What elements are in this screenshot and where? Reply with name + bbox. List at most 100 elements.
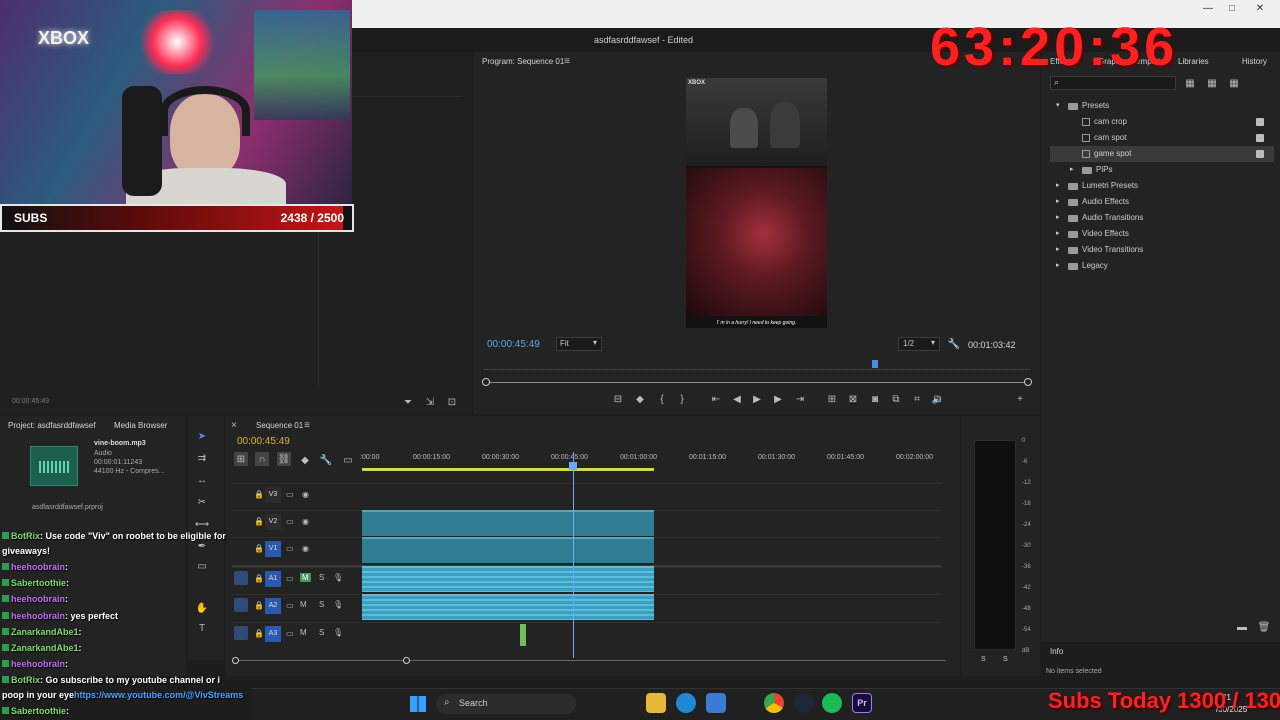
meter-solo-right[interactable]: S xyxy=(1003,656,1008,663)
export-frame-icon[interactable]: ⇲ xyxy=(424,396,436,408)
mark-in-icon[interactable]: { xyxy=(656,393,668,405)
hscroll-handle-right[interactable] xyxy=(403,657,410,664)
add-button-icon[interactable]: + xyxy=(1014,393,1026,405)
chat-username[interactable]: BotRix xyxy=(11,531,40,541)
program-playhead-marker[interactable] xyxy=(872,360,878,368)
effects-tree-row[interactable]: game spot xyxy=(1050,146,1274,162)
camera-icon[interactable]: ◙ xyxy=(869,393,881,405)
trash-icon[interactable]: 🗑 xyxy=(1258,621,1271,633)
spotify-icon[interactable] xyxy=(822,693,842,713)
clip-thumbnail[interactable] xyxy=(30,446,78,486)
new-bin-icon[interactable]: ▬ xyxy=(1236,621,1248,633)
maximize-icon[interactable]: □ xyxy=(1224,2,1240,14)
lock-icon[interactable]: 🔒 xyxy=(254,601,264,610)
scrub-start-handle[interactable] xyxy=(482,378,490,386)
timeline-hscroll[interactable] xyxy=(236,660,946,661)
program-menu-icon[interactable]: ≡ xyxy=(562,56,572,67)
effects-tree-row[interactable]: ▸ Video Transitions xyxy=(1050,242,1274,258)
effects-search-input[interactable]: ⌕ xyxy=(1050,76,1176,90)
chat-link[interactable]: https://www.youtube.com/@VivStreams xyxy=(74,690,243,700)
chat-username[interactable]: ZanarkandAbe1 xyxy=(11,643,79,653)
effects-tree-row[interactable]: ▸ Audio Effects xyxy=(1050,194,1274,210)
chrome-icon[interactable] xyxy=(764,693,784,713)
track-target-v3[interactable]: V3 xyxy=(265,487,281,503)
effects-tree-row[interactable]: ▸ Video Effects xyxy=(1050,226,1274,242)
captions-icon[interactable]: ▭ xyxy=(342,454,354,466)
type-tool-icon[interactable]: T xyxy=(194,620,210,636)
filter-icon[interactable]: ⏷ xyxy=(402,396,414,408)
sync-lock-icon[interactable]: ▭ xyxy=(286,544,294,553)
meter-solo-left[interactable]: S xyxy=(981,656,986,663)
sequence-tab[interactable]: Sequence 01 xyxy=(256,418,303,434)
rectangle-tool-icon[interactable]: ▭ xyxy=(194,558,210,574)
go-to-out-icon[interactable]: ⇥ xyxy=(794,393,806,405)
audio-clip-a3[interactable] xyxy=(520,624,526,646)
chat-username[interactable]: heehoobrain xyxy=(11,562,65,572)
compare-icon[interactable]: ⧉ xyxy=(890,393,902,405)
track-select-icon[interactable]: ⇉ xyxy=(194,450,210,466)
program-scrub-bar[interactable] xyxy=(486,382,1028,383)
effects-tree-row[interactable]: ▸ Legacy xyxy=(1050,258,1274,274)
solo-icon[interactable]: S xyxy=(319,573,324,582)
wrench-icon[interactable]: 🔧 xyxy=(948,338,960,350)
32bit-effects-icon[interactable]: ▦ xyxy=(1206,78,1218,89)
program-monitor-tab[interactable]: Program: Sequence 01 xyxy=(482,54,564,70)
media-browser-tab[interactable]: Media Browser xyxy=(114,418,167,434)
minimize-icon[interactable]: — xyxy=(1200,2,1216,14)
mute-icon[interactable]: M xyxy=(300,628,307,637)
effects-tree-row[interactable]: ▾ Presets xyxy=(1050,98,1274,114)
program-timecode[interactable]: 00:00:45:49 xyxy=(487,339,540,350)
audio-clip-a2[interactable] xyxy=(362,594,654,620)
sequence-menu-icon[interactable]: ≡ xyxy=(302,420,312,431)
close-sequence-icon[interactable]: × xyxy=(230,420,238,431)
video-clip-v1[interactable] xyxy=(362,537,654,563)
lock-icon[interactable]: 🔒 xyxy=(254,629,264,638)
eye-icon[interactable]: ◉ xyxy=(302,544,309,553)
eye-icon[interactable]: ◉ xyxy=(302,490,309,499)
taskbar-search[interactable]: ⌕ Search xyxy=(436,694,576,714)
lock-icon[interactable]: 🔒 xyxy=(254,517,264,526)
project-tab[interactable]: Project: asdfasrddfawsef xyxy=(8,418,96,434)
lock-icon[interactable]: 🔒 xyxy=(254,490,264,499)
playhead-handle[interactable] xyxy=(569,462,577,470)
sync-lock-icon[interactable]: ▭ xyxy=(286,629,294,638)
snap-icon[interactable]: ∩ xyxy=(255,452,269,466)
steam-icon[interactable] xyxy=(794,693,814,713)
settings-icon[interactable]: ⊡ xyxy=(446,396,458,408)
razor-tool-icon[interactable]: ✂ xyxy=(194,494,210,510)
timeline-settings-icon[interactable]: 🔧 xyxy=(320,454,332,466)
go-to-in-icon[interactable]: ⇤ xyxy=(710,393,722,405)
video-clip-v2[interactable] xyxy=(362,510,654,536)
solo-icon[interactable]: S xyxy=(319,600,324,609)
microphone-icon[interactable]: 🎙 xyxy=(333,628,343,637)
resolution-select[interactable]: 1/2 ▾ xyxy=(898,337,940,351)
fit-select[interactable]: Fit ▾ xyxy=(556,337,602,351)
step-back-icon[interactable]: ◀ xyxy=(731,393,743,405)
ripple-edit-icon[interactable]: ↔ xyxy=(194,472,210,488)
close-icon[interactable]: ✕ xyxy=(1252,2,1268,14)
lift-icon[interactable]: ⊟ xyxy=(612,393,624,405)
volume-icon[interactable]: 🔈 xyxy=(932,393,944,405)
chat-username[interactable]: heehoobrain xyxy=(11,611,65,621)
chat-username[interactable]: Sabertoothie xyxy=(11,706,66,716)
track-target-a1[interactable]: A1 xyxy=(265,571,281,587)
add-marker-icon[interactable]: ◆ xyxy=(634,393,646,405)
sync-lock-icon[interactable]: ▭ xyxy=(286,574,294,583)
lock-icon[interactable]: 🔒 xyxy=(254,544,264,553)
multicam-icon[interactable]: ⌗ xyxy=(911,393,923,405)
effects-tree-row[interactable]: ▸ Audio Transitions xyxy=(1050,210,1274,226)
sync-lock-icon[interactable]: ▭ xyxy=(286,601,294,610)
windows-start-icon[interactable] xyxy=(408,694,428,714)
audio-clip-a1[interactable] xyxy=(362,566,654,592)
insert-icon[interactable]: ⊞ xyxy=(826,393,838,405)
work-area-bar[interactable] xyxy=(362,468,654,471)
libraries-tab[interactable]: Libraries xyxy=(1178,54,1209,70)
chat-username[interactable]: BotRix xyxy=(11,675,40,685)
effects-tree-row[interactable]: cam spot xyxy=(1050,130,1274,146)
mute-icon[interactable]: M xyxy=(300,573,311,582)
mark-out-icon[interactable]: } xyxy=(676,393,688,405)
track-target-v2[interactable]: V2 xyxy=(265,514,281,530)
hscroll-handle-left[interactable] xyxy=(232,657,239,664)
yuv-effects-icon[interactable]: ▦ xyxy=(1228,78,1240,89)
store-icon[interactable] xyxy=(706,693,726,713)
